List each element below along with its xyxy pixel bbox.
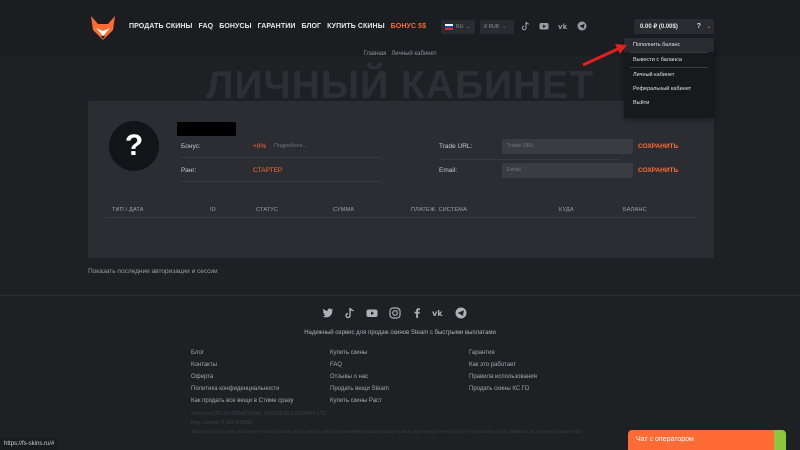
youtube-icon[interactable] bbox=[539, 21, 549, 31]
bonus-label: Бонус: bbox=[181, 143, 201, 150]
email-label: Email: bbox=[439, 167, 458, 174]
nav-bonuses[interactable]: БОНУСЫ bbox=[219, 23, 251, 30]
divider bbox=[181, 157, 381, 158]
menu-item-account[interactable]: Личный кабинет bbox=[624, 68, 714, 82]
menu-item-withdraw[interactable]: Вывести с баланса bbox=[624, 53, 714, 67]
footer-link[interactable]: FAQ bbox=[330, 362, 342, 368]
question-mark-icon: ? bbox=[124, 129, 144, 162]
footer-link[interactable]: Оферта bbox=[191, 374, 213, 380]
bonus-more-link[interactable]: Подробнее... bbox=[274, 143, 307, 149]
column-header-amount: СУММА bbox=[333, 207, 355, 213]
help-icon[interactable]: ? bbox=[697, 23, 701, 30]
svg-text:vk: vk bbox=[558, 23, 568, 31]
menu-item-deposit[interactable]: Пополнить баланс bbox=[624, 38, 714, 52]
avatar: ? bbox=[109, 121, 159, 171]
vk-icon[interactable]: vk bbox=[558, 21, 568, 31]
russia-flag-icon bbox=[445, 24, 453, 30]
legal-text: Reg. number 2-102-243823 bbox=[191, 420, 253, 426]
facebook-icon[interactable] bbox=[411, 307, 423, 319]
profile-card: ? Бонус: +0% Подробнее... Ранг: СТАРТЕР … bbox=[88, 101, 714, 258]
save-trade-url-button[interactable]: СОХРАНИТЬ bbox=[638, 143, 678, 150]
footer-link[interactable]: Отзывы о нас bbox=[330, 374, 368, 380]
column-header-balance: БАЛАНС bbox=[623, 207, 647, 213]
breadcrumb-separator bbox=[388, 51, 390, 57]
sessions-link[interactable]: Показать последние авторизации и сессии bbox=[88, 268, 218, 275]
save-email-button[interactable]: СОХРАНИТЬ bbox=[638, 167, 678, 174]
footer-link[interactable]: Политика конфиденциальности bbox=[191, 386, 280, 392]
vk-icon[interactable]: vk bbox=[432, 307, 444, 319]
divider bbox=[181, 181, 381, 182]
nav-sell-skins[interactable]: ПРОДАТЬ СКИНЫ bbox=[129, 23, 192, 30]
browser-status-url: https://fs-skins.ru/# bbox=[0, 439, 59, 450]
column-header-id: ID bbox=[210, 207, 216, 213]
nav-buy-skins[interactable]: КУПИТЬ СКИНЫ bbox=[327, 23, 385, 30]
column-header-destination: КУДА bbox=[559, 207, 574, 213]
footer-link[interactable]: Как это работает bbox=[469, 362, 516, 368]
nav-bonus[interactable]: БОНУС 5$ bbox=[391, 23, 426, 30]
trade-url-input[interactable]: Trade URL bbox=[502, 139, 633, 154]
username-redacted bbox=[177, 122, 236, 136]
telegram-icon[interactable] bbox=[455, 307, 467, 319]
fox-logo-icon[interactable] bbox=[89, 14, 117, 42]
rank-label: Ранг: bbox=[181, 167, 197, 174]
telegram-icon[interactable] bbox=[577, 21, 587, 31]
chat-with-operator-button[interactable]: Чат с оператором bbox=[628, 430, 785, 450]
red-arrow-annotation-icon bbox=[582, 44, 627, 67]
balance-dropdown-menu: Пополнить баланс Вывести с баланса Личны… bbox=[624, 38, 714, 118]
svg-text:vk: vk bbox=[432, 309, 443, 318]
chevron-down-icon: ⌄ bbox=[502, 24, 507, 30]
table-header-divider bbox=[106, 217, 696, 218]
rank-value: СТАРТЕР bbox=[253, 167, 283, 174]
email-input[interactable]: Email bbox=[502, 163, 633, 178]
footer-link[interactable]: Как продать все вещи в Стиме сразу bbox=[191, 398, 293, 404]
main-nav: ПРОДАТЬ СКИНЫ FAQ БОНУСЫ ГАРАНТИИ БЛОГ К… bbox=[129, 23, 426, 30]
language-value: RU bbox=[456, 24, 464, 30]
column-header-payment-system: ПЛАТЕЖ. СИСТЕМА bbox=[411, 207, 467, 213]
menu-item-logout[interactable]: Выйти bbox=[624, 96, 714, 110]
footer-link[interactable]: Купить скины Раст bbox=[330, 398, 382, 404]
footer-tagline: Надежный сервис для продаж скинов Steam … bbox=[304, 330, 496, 336]
currency-select[interactable]: ₽ RUB ⌄ bbox=[480, 20, 514, 34]
balance-button[interactable]: 0.00 ₽ (0.00$) ? ⌄ bbox=[634, 19, 714, 34]
nav-faq[interactable]: FAQ bbox=[198, 23, 213, 30]
breadcrumb-home[interactable]: Главная bbox=[364, 51, 387, 57]
tiktok-icon[interactable] bbox=[521, 21, 531, 31]
column-header-type-date: ТИП / ДАТА bbox=[112, 207, 144, 213]
footer-link[interactable]: Контакты bbox=[191, 362, 217, 368]
footer-link[interactable]: Правила использования bbox=[469, 374, 537, 380]
trade-url-label: Trade URL: bbox=[439, 143, 473, 150]
footer-link[interactable]: Блог bbox=[191, 350, 204, 356]
chevron-down-icon: ⌄ bbox=[466, 24, 471, 30]
chat-widget-edge bbox=[774, 430, 786, 450]
youtube-icon[interactable] bbox=[366, 307, 378, 319]
nav-blog[interactable]: БЛОГ bbox=[301, 23, 321, 30]
chevron-down-icon: ⌄ bbox=[706, 23, 711, 30]
nav-guarantees[interactable]: ГАРАНТИИ bbox=[258, 23, 296, 30]
footer-link[interactable]: Продать вещи Steam bbox=[330, 386, 389, 392]
divider bbox=[439, 159, 619, 160]
language-select[interactable]: RU ⌄ bbox=[441, 20, 475, 34]
footer-link[interactable]: Купить скины bbox=[330, 350, 367, 356]
breadcrumb-current: Личный кабинет bbox=[391, 51, 437, 57]
instagram-icon[interactable] bbox=[389, 307, 401, 319]
footer-link[interactable]: Гарантия bbox=[469, 350, 495, 356]
menu-item-referral[interactable]: Реферальный кабинет bbox=[624, 82, 714, 96]
currency-value: ₽ RUB bbox=[484, 24, 500, 30]
column-header-status: СТАТУС bbox=[256, 207, 279, 213]
legal-text: SkinsFox LTD INTERNATIONAL BUSINESS COMP… bbox=[191, 411, 327, 417]
bonus-value: +0% bbox=[253, 143, 267, 150]
legal-text: SkinsFox is NOT AFFILIATED WITH VALVE CO… bbox=[191, 429, 582, 434]
footer-link[interactable]: Продать скины КС ГО bbox=[469, 386, 529, 392]
footer-divider bbox=[0, 295, 800, 296]
balance-value: 0.00 ₽ (0.00$) bbox=[640, 24, 678, 30]
twitter-icon[interactable] bbox=[322, 307, 334, 319]
tiktok-icon[interactable] bbox=[344, 307, 356, 319]
